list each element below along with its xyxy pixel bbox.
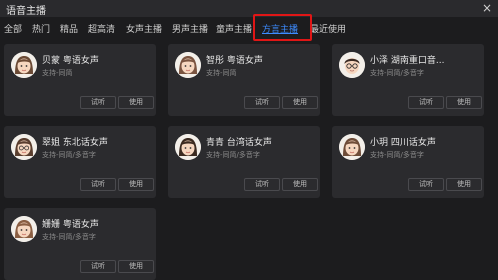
voice-name: 小玥 四川话女声: [370, 138, 436, 148]
listen-button[interactable]: 试听: [80, 96, 116, 109]
voice-card: 智彤 粤语女声 支持-同简 试听 使用: [168, 44, 320, 116]
tab-male[interactable]: 男声主播: [172, 22, 208, 35]
voice-card: 小泽 湖南重口音... 支持-同简/多音字 试听 使用: [332, 44, 484, 116]
voice-support: 支持-同简/多音字: [206, 151, 260, 159]
voice-support: 支持-同简/多音字: [42, 151, 96, 159]
voice-card: 小玥 四川话女声 支持-同简/多音字 试听 使用: [332, 126, 484, 198]
voice-name: 翠姐 东北话女声: [42, 138, 108, 148]
listen-button[interactable]: 试听: [244, 178, 280, 191]
voice-name: 贝蒙 粤语女声: [42, 56, 99, 66]
voice-support: 支持-同简/多音字: [370, 151, 424, 159]
female-icon: [11, 52, 37, 78]
tab-hot[interactable]: 热门: [32, 22, 50, 35]
use-button[interactable]: 使用: [282, 178, 318, 191]
voice-support: 支持-同简: [206, 69, 237, 77]
voice-name: 小泽 湖南重口音...: [370, 56, 445, 66]
tab-premium[interactable]: 精品: [60, 22, 78, 35]
voice-card: 翠姐 东北话女声 支持-同简/多音字 试听 使用: [4, 126, 156, 198]
male-glasses-icon: [339, 52, 365, 78]
tab-ultra-hd[interactable]: 超高清: [88, 22, 115, 35]
voice-card: 贝蒙 粤语女声 支持-同简 试听 使用: [4, 44, 156, 116]
close-icon[interactable]: ×: [480, 1, 494, 15]
female-glasses-icon: [11, 134, 37, 160]
use-button[interactable]: 使用: [446, 178, 482, 191]
voice-card: 姗姗 粤语女声 支持-同简/多音字 试听 使用: [4, 208, 156, 280]
female-icon: [11, 216, 37, 242]
use-button[interactable]: 使用: [118, 178, 154, 191]
tab-female[interactable]: 女声主播: [126, 22, 162, 35]
listen-button[interactable]: 试听: [244, 96, 280, 109]
voice-support: 支持-同简/多音字: [42, 233, 96, 241]
voice-support: 支持-同简/多音字: [370, 69, 424, 77]
use-button[interactable]: 使用: [118, 96, 154, 109]
listen-button[interactable]: 试听: [80, 178, 116, 191]
voice-name: 姗姗 粤语女声: [42, 220, 99, 230]
use-button[interactable]: 使用: [118, 260, 154, 273]
female-icon: [175, 52, 201, 78]
voice-support: 支持-同简: [42, 69, 73, 77]
female-icon: [339, 134, 365, 160]
listen-button[interactable]: 试听: [408, 178, 444, 191]
listen-button[interactable]: 试听: [408, 96, 444, 109]
tab-child[interactable]: 童声主播: [216, 22, 252, 35]
female-icon: [175, 134, 201, 160]
listen-button[interactable]: 试听: [80, 260, 116, 273]
tab-all[interactable]: 全部: [4, 22, 22, 35]
use-button[interactable]: 使用: [282, 96, 318, 109]
voice-name: 智彤 粤语女声: [206, 56, 263, 66]
title-bar: 语音主播 ×: [0, 0, 498, 17]
use-button[interactable]: 使用: [446, 96, 482, 109]
tab-highlight-box: [253, 14, 312, 41]
voice-name: 青青 台湾话女声: [206, 138, 272, 148]
voice-card: 青青 台湾话女声 支持-同简/多音字 试听 使用: [168, 126, 320, 198]
window-title: 语音主播: [6, 6, 46, 17]
tab-recent[interactable]: 最近使用: [310, 22, 346, 35]
tab-bar: 全部 热门 精品 超高清 女声主播 男声主播 童声主播 方言主播 最近使用: [0, 18, 498, 40]
